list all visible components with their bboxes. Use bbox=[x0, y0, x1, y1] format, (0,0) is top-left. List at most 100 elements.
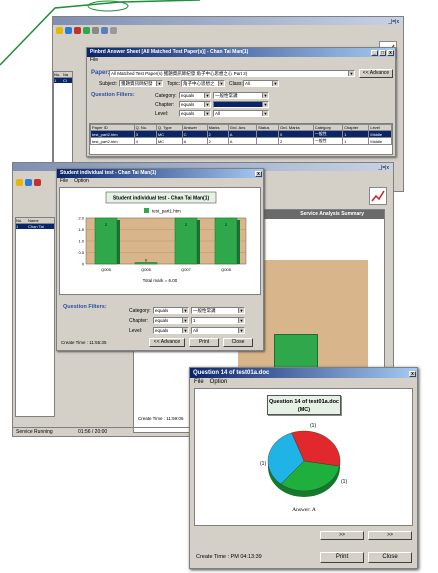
table-cell: 0 bbox=[277, 130, 314, 138]
stop-icon[interactable] bbox=[34, 179, 41, 186]
bar-side bbox=[117, 220, 120, 264]
chapter-label: Chapter: bbox=[155, 102, 175, 108]
category-value-select[interactable]: 一般性常識 ▼ bbox=[213, 92, 269, 99]
table-cell: A bbox=[181, 137, 208, 145]
settings-icon[interactable] bbox=[110, 27, 117, 34]
category-operator-value: equals bbox=[155, 308, 169, 313]
level-operator-select[interactable]: equals ▼ bbox=[179, 110, 211, 117]
menu-file[interactable]: File bbox=[194, 379, 204, 385]
chapter-value-select[interactable]: 1 ▼ bbox=[191, 317, 245, 324]
table-cell: Middle bbox=[368, 137, 392, 145]
chapter-value-select[interactable]: ▼ bbox=[213, 101, 269, 108]
view-icon[interactable] bbox=[101, 27, 108, 34]
list-item[interactable]: 1 Cl bbox=[54, 78, 72, 83]
background-window-controls[interactable]: _|=|x bbox=[388, 19, 399, 25]
student-bar-chart: Student individual test - Chan Tai Man(1… bbox=[78, 191, 247, 283]
subject-select-value: 獲題資訊師紀發 bbox=[121, 81, 153, 86]
column-name: Na bbox=[63, 72, 69, 77]
folder-icon[interactable] bbox=[16, 179, 23, 186]
level-value-select[interactable]: All ▼ bbox=[191, 327, 245, 334]
chapter-operator-select[interactable]: equals ▼ bbox=[179, 101, 211, 108]
chevron-down-icon: ▼ bbox=[182, 328, 188, 333]
print-button[interactable]: Print bbox=[320, 552, 364, 563]
pie-chart: (1) (1) (1) Answer: A bbox=[260, 423, 347, 513]
background-window-2-controls[interactable]: _|=|x bbox=[378, 165, 389, 171]
bar-side bbox=[197, 220, 200, 264]
chevron-down-icon: ▼ bbox=[218, 81, 224, 86]
next-button[interactable]: >> bbox=[320, 531, 364, 540]
level-value-select[interactable]: All ▼ bbox=[213, 110, 269, 117]
category-label: Category: bbox=[129, 308, 151, 314]
chapter-operator-value: equals bbox=[181, 102, 195, 107]
chart-window-icon-2[interactable] bbox=[369, 187, 387, 205]
menu-file[interactable]: File bbox=[90, 57, 98, 63]
answer-sheet-title: Pinbrd Answer Sheet [All Matched Test Pa… bbox=[90, 49, 249, 55]
disk-icon[interactable] bbox=[65, 27, 72, 34]
last-button[interactable]: >> bbox=[368, 531, 412, 540]
disk-icon[interactable] bbox=[25, 179, 32, 186]
run-icon[interactable] bbox=[83, 27, 90, 34]
create-time: Create Time : 11:55:35 bbox=[61, 340, 107, 345]
pie-label: (1) bbox=[341, 479, 347, 485]
question-title: Question 14 of test01a.doc bbox=[193, 370, 270, 376]
close-button[interactable]: x bbox=[387, 50, 394, 56]
category-operator-select[interactable]: equals ▼ bbox=[153, 307, 189, 314]
pie-chart-panel: Question 14 of test01a.doc (MC) (1) (1) (1… bbox=[194, 388, 413, 526]
close-button[interactable]: Close bbox=[368, 552, 412, 563]
category-operator-select[interactable]: equals ▼ bbox=[179, 92, 211, 99]
advance-button[interactable]: << Advance bbox=[149, 338, 185, 347]
background-left-list-2: No. Name 1 Chan Tai bbox=[15, 217, 55, 417]
level-value: All bbox=[193, 328, 199, 333]
topic-select[interactable]: 角子中心思想之 ▼ bbox=[181, 80, 225, 87]
x-tick-label: Q006 bbox=[141, 267, 152, 272]
menu-option[interactable]: Option bbox=[74, 178, 89, 184]
close-button[interactable]: x bbox=[409, 371, 416, 377]
table-cell: MC bbox=[155, 130, 183, 138]
class-select[interactable]: All ▼ bbox=[243, 80, 279, 87]
print-icon[interactable] bbox=[92, 27, 99, 34]
student-chart-panel: Student individual test - Chan Tai Man(1… bbox=[59, 187, 261, 295]
pie-subtitle: (MC) bbox=[297, 407, 311, 413]
student-test-menubar: File Option bbox=[57, 178, 263, 185]
chapter-label: Chapter: bbox=[129, 318, 149, 324]
background-window-titlebar bbox=[53, 17, 403, 25]
stop-icon[interactable] bbox=[74, 27, 81, 34]
print-button[interactable]: Print bbox=[189, 338, 219, 347]
chevron-down-icon: ▼ bbox=[204, 111, 210, 116]
level-operator-value: equals bbox=[181, 111, 195, 116]
list-item[interactable]: 1 Chan Tai bbox=[16, 224, 54, 229]
category-value-select[interactable]: 一般性常識 ▼ bbox=[191, 307, 245, 314]
table-cell: 3 bbox=[133, 130, 157, 138]
minimize-button[interactable]: _ bbox=[371, 50, 378, 56]
column-no: No. bbox=[54, 72, 61, 77]
chapter-operator-select[interactable]: equals ▼ bbox=[153, 317, 189, 324]
maximize-button[interactable]: □ bbox=[379, 50, 386, 56]
x-tick-label: Q005 bbox=[101, 267, 112, 272]
category-label: Category: bbox=[155, 93, 177, 99]
folder-icon[interactable] bbox=[56, 27, 63, 34]
subject-select[interactable]: 獲題資訊師紀發 ▼ bbox=[119, 80, 163, 87]
table-cell: 1 bbox=[342, 137, 370, 145]
paper-select[interactable]: All Matched Test Paper(s) 獲題資訊師紀發 角子中心思想… bbox=[109, 70, 355, 77]
chevron-down-icon: ▼ bbox=[262, 111, 268, 116]
pie-label: (1) bbox=[310, 423, 316, 429]
background-toolbar bbox=[53, 25, 403, 37]
category-value: 一般性常識 bbox=[215, 93, 238, 98]
table-row[interactable]: test_part2.htm 3 MC C 2 A 0 一般性 1 Middle bbox=[90, 130, 392, 138]
chevron-down-icon: ▼ bbox=[238, 328, 244, 333]
chevron-down-icon: ▼ bbox=[272, 81, 278, 86]
table-row[interactable]: test_part2.htm 4 MC A 2 A 2 一般性 1 Middle bbox=[90, 137, 392, 145]
close-button[interactable]: x bbox=[255, 171, 262, 177]
chevron-down-icon: ▼ bbox=[238, 308, 244, 313]
status-text: Service Running bbox=[16, 429, 53, 435]
y-tick-label: 1.0 bbox=[78, 239, 84, 244]
column-no: No. bbox=[16, 218, 23, 223]
close-button[interactable]: Close bbox=[223, 338, 253, 347]
question-titlebar: Question 14 of test01a.doc x bbox=[190, 368, 417, 378]
advance-button[interactable]: << Advance bbox=[359, 69, 393, 78]
level-operator-select[interactable]: equals ▼ bbox=[153, 327, 189, 334]
menu-option[interactable]: Option bbox=[210, 379, 228, 385]
chevron-down-icon: ▼ bbox=[348, 71, 354, 76]
menu-file[interactable]: File bbox=[60, 178, 68, 184]
list-item-no: 1 bbox=[54, 78, 57, 83]
